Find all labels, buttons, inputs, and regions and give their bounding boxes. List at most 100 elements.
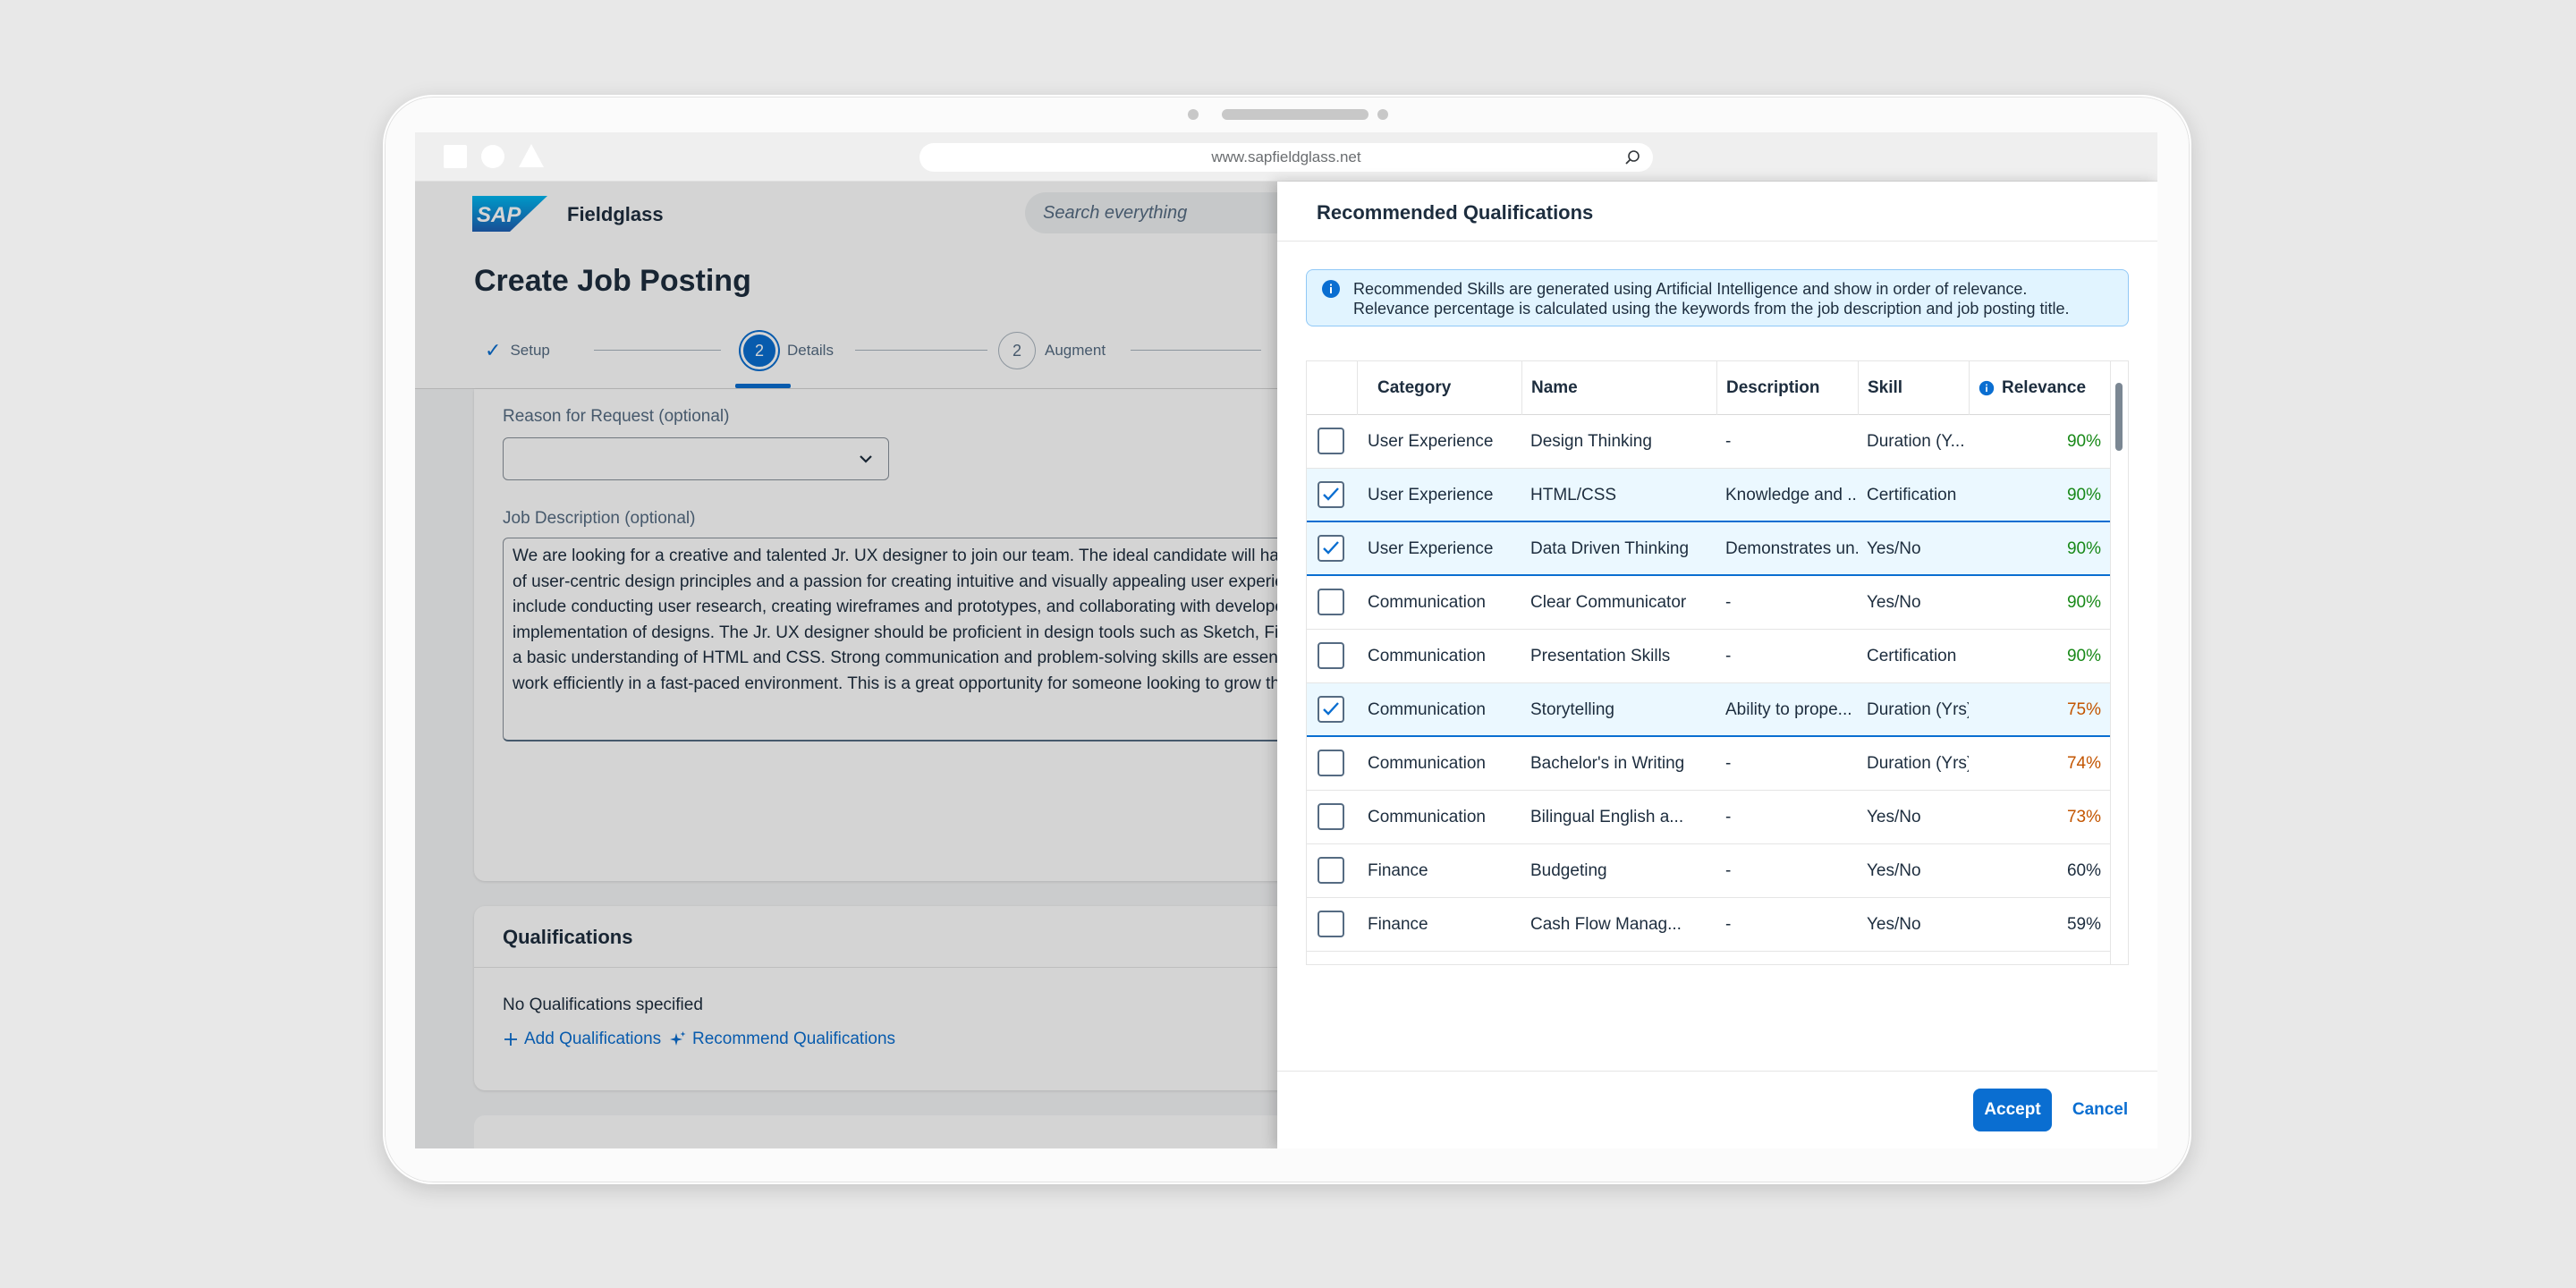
column-header-category[interactable]: Category [1357, 361, 1521, 415]
cell-relevance: 90% [2066, 486, 2101, 504]
cell-skill: Duration (Yrs) [1867, 754, 1969, 773]
table-row[interactable]: Communication Bachelor's in Writing - Durat… [1307, 737, 2112, 791]
cell-category: User Experience [1368, 432, 1494, 451]
cell-name: HTML/CSS [1530, 486, 1617, 504]
cell-skill: Yes/No [1867, 861, 1921, 880]
cell-description: Ability to prope... [1725, 700, 1852, 719]
column-header-skill[interactable]: Skill [1858, 361, 1969, 415]
cell-relevance: 73% [2066, 808, 2101, 826]
cell-description: - [1725, 593, 1732, 612]
table-row[interactable]: Communication Clear Communicator - Yes/No 90… [1307, 576, 2112, 630]
cell-relevance: 75% [2066, 700, 2101, 719]
triangle-icon [519, 144, 544, 167]
cell-category: Finance [1368, 861, 1428, 880]
accept-button[interactable]: Accept [1973, 1089, 2052, 1131]
checkbox[interactable] [1318, 642, 1344, 669]
info-icon[interactable] [1979, 380, 1995, 396]
info-text-line2: Relevance percentage is calculated using… [1353, 300, 2070, 318]
checkbox[interactable] [1318, 911, 1344, 937]
url-text: www.sapfieldglass.net [1211, 148, 1361, 165]
cell-description: - [1725, 432, 1732, 451]
cell-description: Demonstrates un.. [1725, 539, 1858, 558]
info-icon [1322, 280, 1340, 298]
cell-description: - [1725, 647, 1732, 665]
camera-dot [1188, 109, 1199, 120]
checkbox[interactable] [1318, 857, 1344, 884]
cell-description: - [1725, 754, 1732, 773]
qualifications-table: Category Name Description Skill Relevanc… [1306, 360, 2129, 965]
checkbox-checked[interactable] [1318, 481, 1344, 508]
cell-name: Budgeting [1530, 861, 1607, 880]
cell-relevance: 90% [2066, 647, 2101, 665]
cell-skill: Yes/No [1867, 808, 1921, 826]
checkbox[interactable] [1318, 428, 1344, 454]
table-row[interactable]: Finance Cash Flow Manag... - Yes/No 59% [1307, 898, 2112, 952]
cell-skill: Yes/No [1867, 915, 1921, 934]
dialog-title: Recommended Qualifications [1317, 201, 1594, 224]
cell-name: Storytelling [1530, 700, 1614, 719]
checkbox-checked[interactable] [1318, 696, 1344, 723]
cell-skill: Yes/No [1867, 539, 1921, 558]
cell-relevance: 59% [2066, 915, 2101, 934]
cell-name: Bilingual English a... [1530, 808, 1684, 826]
screen: www.sapfieldglass.net SAP Fieldglass Sea… [415, 132, 2157, 1148]
cell-category: Communication [1368, 647, 1486, 665]
cell-skill: Certification [1867, 486, 1957, 504]
checkbox[interactable] [1318, 750, 1344, 776]
modal-overlay[interactable] [415, 182, 1279, 1148]
column-header-name[interactable]: Name [1521, 361, 1716, 415]
column-header-relevance[interactable]: Relevance [1969, 361, 2112, 415]
column-header-description[interactable]: Description [1716, 361, 1858, 415]
checkmark-icon [1323, 541, 1339, 555]
cell-category: User Experience [1368, 539, 1494, 558]
cell-relevance: 90% [2066, 432, 2101, 451]
table-scrollbar[interactable] [2110, 361, 2128, 964]
cell-name: Bachelor's in Writing [1530, 754, 1685, 773]
table-row[interactable]: Communication Presentation Skills - Certifi… [1307, 630, 2112, 683]
table-row[interactable]: Communication Bilingual English a... - Yes/… [1307, 791, 2112, 844]
divider [1277, 241, 2157, 242]
scrollbar-thumb[interactable] [2115, 383, 2123, 451]
info-message-strip: Recommended Skills are generated using A… [1306, 269, 2129, 326]
divider [1277, 1071, 2157, 1072]
cell-name: Data Driven Thinking [1530, 539, 1690, 558]
cell-category: Communication [1368, 808, 1486, 826]
cell-relevance: 90% [2066, 539, 2101, 558]
info-text-line1: Recommended Skills are generated using A… [1353, 280, 2028, 298]
search-icon[interactable] [1624, 149, 1640, 165]
table-row[interactable]: Communication Storytelling Ability to prop… [1307, 683, 2112, 737]
cell-skill: Duration (Y... [1867, 432, 1965, 451]
cell-relevance: 60% [2066, 861, 2101, 880]
checkmark-icon [1323, 487, 1339, 501]
recommended-qualifications-dialog: Recommended Qualifications Recommended S… [1277, 182, 2157, 1148]
speaker-bar [1222, 109, 1368, 120]
checkbox[interactable] [1318, 803, 1344, 830]
cell-name: Cash Flow Manag... [1530, 915, 1682, 934]
cell-category: Communication [1368, 700, 1486, 719]
cell-name: Design Thinking [1530, 432, 1652, 451]
cell-category: Finance [1368, 915, 1428, 934]
table-row[interactable]: User Experience Data Driven Thinking Demon… [1307, 522, 2112, 576]
table-row[interactable]: Finance Budgeting - Yes/No 60% [1307, 844, 2112, 898]
cell-category: Communication [1368, 593, 1486, 612]
cell-relevance: 74% [2066, 754, 2101, 773]
cell-description: - [1725, 915, 1732, 934]
cell-relevance: 90% [2066, 593, 2101, 612]
sensor-dot [1377, 109, 1388, 120]
cell-skill: Duration (Yrs) [1867, 700, 1969, 719]
table-row[interactable]: User Experience HTML/CSS Knowledge and ...… [1307, 469, 2112, 522]
cell-skill: Certification [1867, 647, 1957, 665]
checkbox-checked[interactable] [1318, 535, 1344, 562]
cell-description: Knowledge and ... [1725, 486, 1858, 504]
address-bar[interactable]: www.sapfieldglass.net [919, 143, 1653, 172]
cell-category: Communication [1368, 754, 1486, 773]
browser-toolbar: www.sapfieldglass.net [415, 132, 2157, 182]
table-row[interactable]: User Experience Design Thinking - Duration … [1307, 415, 2112, 469]
column-label: Relevance [2002, 378, 2087, 397]
checkbox[interactable] [1318, 589, 1344, 615]
cancel-button[interactable]: Cancel [2064, 1089, 2136, 1131]
cell-description: - [1725, 861, 1732, 880]
table-header: Category Name Description Skill Relevanc… [1307, 361, 2112, 415]
square-icon [444, 145, 467, 168]
circle-icon [481, 145, 504, 168]
